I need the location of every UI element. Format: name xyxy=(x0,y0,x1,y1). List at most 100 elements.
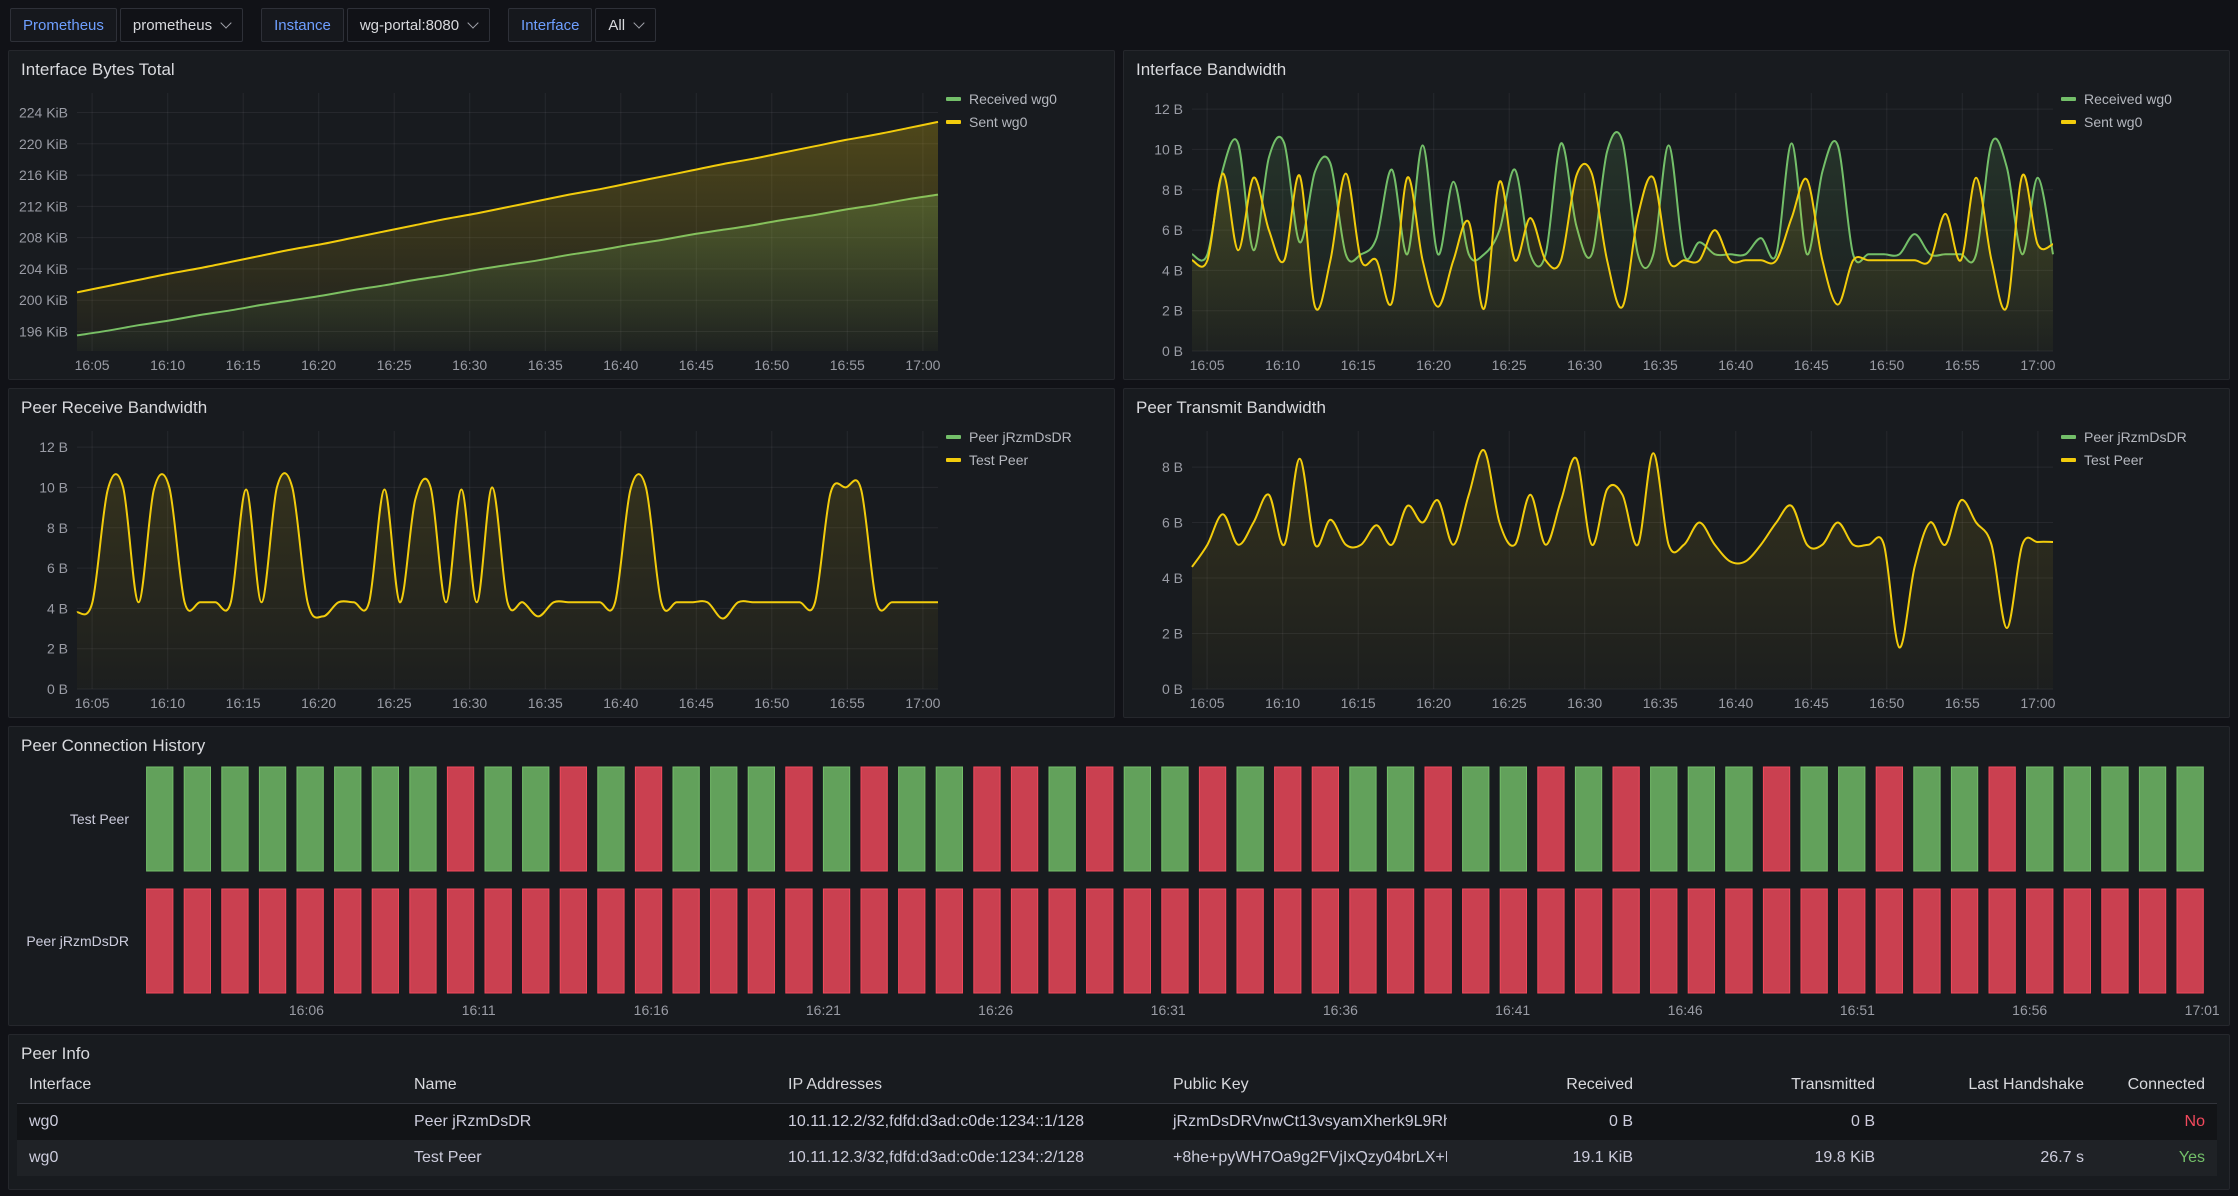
state-bar[interactable] xyxy=(1425,889,1451,993)
state-bar[interactable] xyxy=(899,767,925,871)
state-bar[interactable] xyxy=(2177,889,2203,993)
state-bar[interactable] xyxy=(748,889,774,993)
state-bar[interactable] xyxy=(259,889,285,993)
state-bar[interactable] xyxy=(936,767,962,871)
legend-item[interactable]: Peer jRzmDsDR xyxy=(2061,429,2223,445)
legend-item[interactable]: Test Peer xyxy=(946,452,1108,468)
state-bar[interactable] xyxy=(1876,889,1902,993)
state-bar[interactable] xyxy=(2177,767,2203,871)
state-bar[interactable] xyxy=(184,767,210,871)
state-bar[interactable] xyxy=(297,767,323,871)
table-header-cell[interactable]: Interface xyxy=(17,1076,402,1094)
state-bar[interactable] xyxy=(222,889,248,993)
table-header-cell[interactable]: Connected xyxy=(2096,1076,2217,1094)
var-label-prometheus[interactable]: Prometheus xyxy=(10,8,117,42)
state-bar[interactable] xyxy=(1613,889,1639,993)
state-bar[interactable] xyxy=(748,767,774,871)
state-bar[interactable] xyxy=(1199,767,1225,871)
state-bar[interactable] xyxy=(673,889,699,993)
state-bar[interactable] xyxy=(1350,889,1376,993)
state-bar[interactable] xyxy=(1989,889,2015,993)
state-bar[interactable] xyxy=(1124,767,1150,871)
state-bar[interactable] xyxy=(1989,767,2015,871)
state-bar[interactable] xyxy=(1463,889,1489,993)
legend-item[interactable]: Test Peer xyxy=(2061,452,2223,468)
state-bar[interactable] xyxy=(1463,767,1489,871)
state-bar[interactable] xyxy=(1538,889,1564,993)
state-bar[interactable] xyxy=(335,889,361,993)
state-bar[interactable] xyxy=(786,767,812,871)
state-bar[interactable] xyxy=(560,889,586,993)
state-bar[interactable] xyxy=(635,889,661,993)
state-bar[interactable] xyxy=(1651,889,1677,993)
state-bar[interactable] xyxy=(1839,767,1865,871)
peer-transmit-bandwidth-chart[interactable]: 8 B6 B4 B2 B0 B16:0516:1016:1516:2016:25… xyxy=(1126,421,2061,715)
state-bar[interactable] xyxy=(1425,767,1451,871)
peer-connection-history-timeline[interactable]: Test PeerPeer jRzmDsDR16:0616:1116:1616:… xyxy=(11,759,2223,1023)
state-bar[interactable] xyxy=(523,767,549,871)
table-header-cell[interactable]: Last Handshake xyxy=(1887,1076,2096,1094)
state-bar[interactable] xyxy=(2027,767,2053,871)
state-bar[interactable] xyxy=(447,767,473,871)
state-bar[interactable] xyxy=(673,767,699,871)
state-bar[interactable] xyxy=(147,767,173,871)
state-bar[interactable] xyxy=(2102,767,2128,871)
state-bar[interactable] xyxy=(1087,767,1113,871)
state-bar[interactable] xyxy=(485,767,511,871)
state-bar[interactable] xyxy=(1876,767,1902,871)
table-header-cell[interactable]: Transmitted xyxy=(1645,1076,1887,1094)
state-bar[interactable] xyxy=(1575,767,1601,871)
state-bar[interactable] xyxy=(1726,767,1752,871)
state-bar[interactable] xyxy=(2064,889,2090,993)
state-bar[interactable] xyxy=(899,889,925,993)
table-header-cell[interactable]: Public Key xyxy=(1161,1076,1447,1094)
state-bar[interactable] xyxy=(598,767,624,871)
state-bar[interactable] xyxy=(1049,889,1075,993)
state-bar[interactable] xyxy=(1199,889,1225,993)
state-bar[interactable] xyxy=(147,889,173,993)
state-bar[interactable] xyxy=(1011,767,1037,871)
state-bar[interactable] xyxy=(823,889,849,993)
state-bar[interactable] xyxy=(184,889,210,993)
state-bar[interactable] xyxy=(259,767,285,871)
state-bar[interactable] xyxy=(786,889,812,993)
state-bar[interactable] xyxy=(2139,767,2165,871)
panel-title[interactable]: Peer Info xyxy=(9,1035,2229,1067)
state-bar[interactable] xyxy=(372,767,398,871)
state-bar[interactable] xyxy=(598,889,624,993)
state-bar[interactable] xyxy=(1951,889,1977,993)
state-bar[interactable] xyxy=(1763,889,1789,993)
state-bar[interactable] xyxy=(823,767,849,871)
state-bar[interactable] xyxy=(1538,767,1564,871)
table-header-cell[interactable]: IP Addresses xyxy=(776,1076,1161,1094)
state-bar[interactable] xyxy=(1275,889,1301,993)
state-bar[interactable] xyxy=(1951,767,1977,871)
state-bar[interactable] xyxy=(1275,767,1301,871)
state-bar[interactable] xyxy=(1763,767,1789,871)
state-bar[interactable] xyxy=(1162,889,1188,993)
state-bar[interactable] xyxy=(560,767,586,871)
var-label-interface[interactable]: Interface xyxy=(508,8,592,42)
state-bar[interactable] xyxy=(861,889,887,993)
state-bar[interactable] xyxy=(410,889,436,993)
state-bar[interactable] xyxy=(1237,889,1263,993)
state-bar[interactable] xyxy=(2027,889,2053,993)
peer-receive-bandwidth-chart[interactable]: 12 B10 B8 B6 B4 B2 B0 B16:0516:1016:1516… xyxy=(11,421,946,715)
var-select-instance[interactable]: wg-portal:8080 xyxy=(347,8,490,42)
state-bar[interactable] xyxy=(1914,767,1940,871)
state-bar[interactable] xyxy=(1312,889,1338,993)
legend-item[interactable]: Sent wg0 xyxy=(2061,114,2223,130)
state-bar[interactable] xyxy=(711,767,737,871)
state-bar[interactable] xyxy=(410,767,436,871)
state-bar[interactable] xyxy=(1500,767,1526,871)
panel-title[interactable]: Peer Transmit Bandwidth xyxy=(1124,389,2229,421)
state-bar[interactable] xyxy=(1011,889,1037,993)
state-bar[interactable] xyxy=(1237,767,1263,871)
panel-title[interactable]: Peer Receive Bandwidth xyxy=(9,389,1114,421)
state-bar[interactable] xyxy=(1049,767,1075,871)
state-bar[interactable] xyxy=(372,889,398,993)
interface-bytes-total-chart[interactable]: 224 KiB220 KiB216 KiB212 KiB208 KiB204 K… xyxy=(11,83,946,377)
state-bar[interactable] xyxy=(1162,767,1188,871)
legend-item[interactable]: Received wg0 xyxy=(2061,91,2223,107)
state-bar[interactable] xyxy=(2064,767,2090,871)
